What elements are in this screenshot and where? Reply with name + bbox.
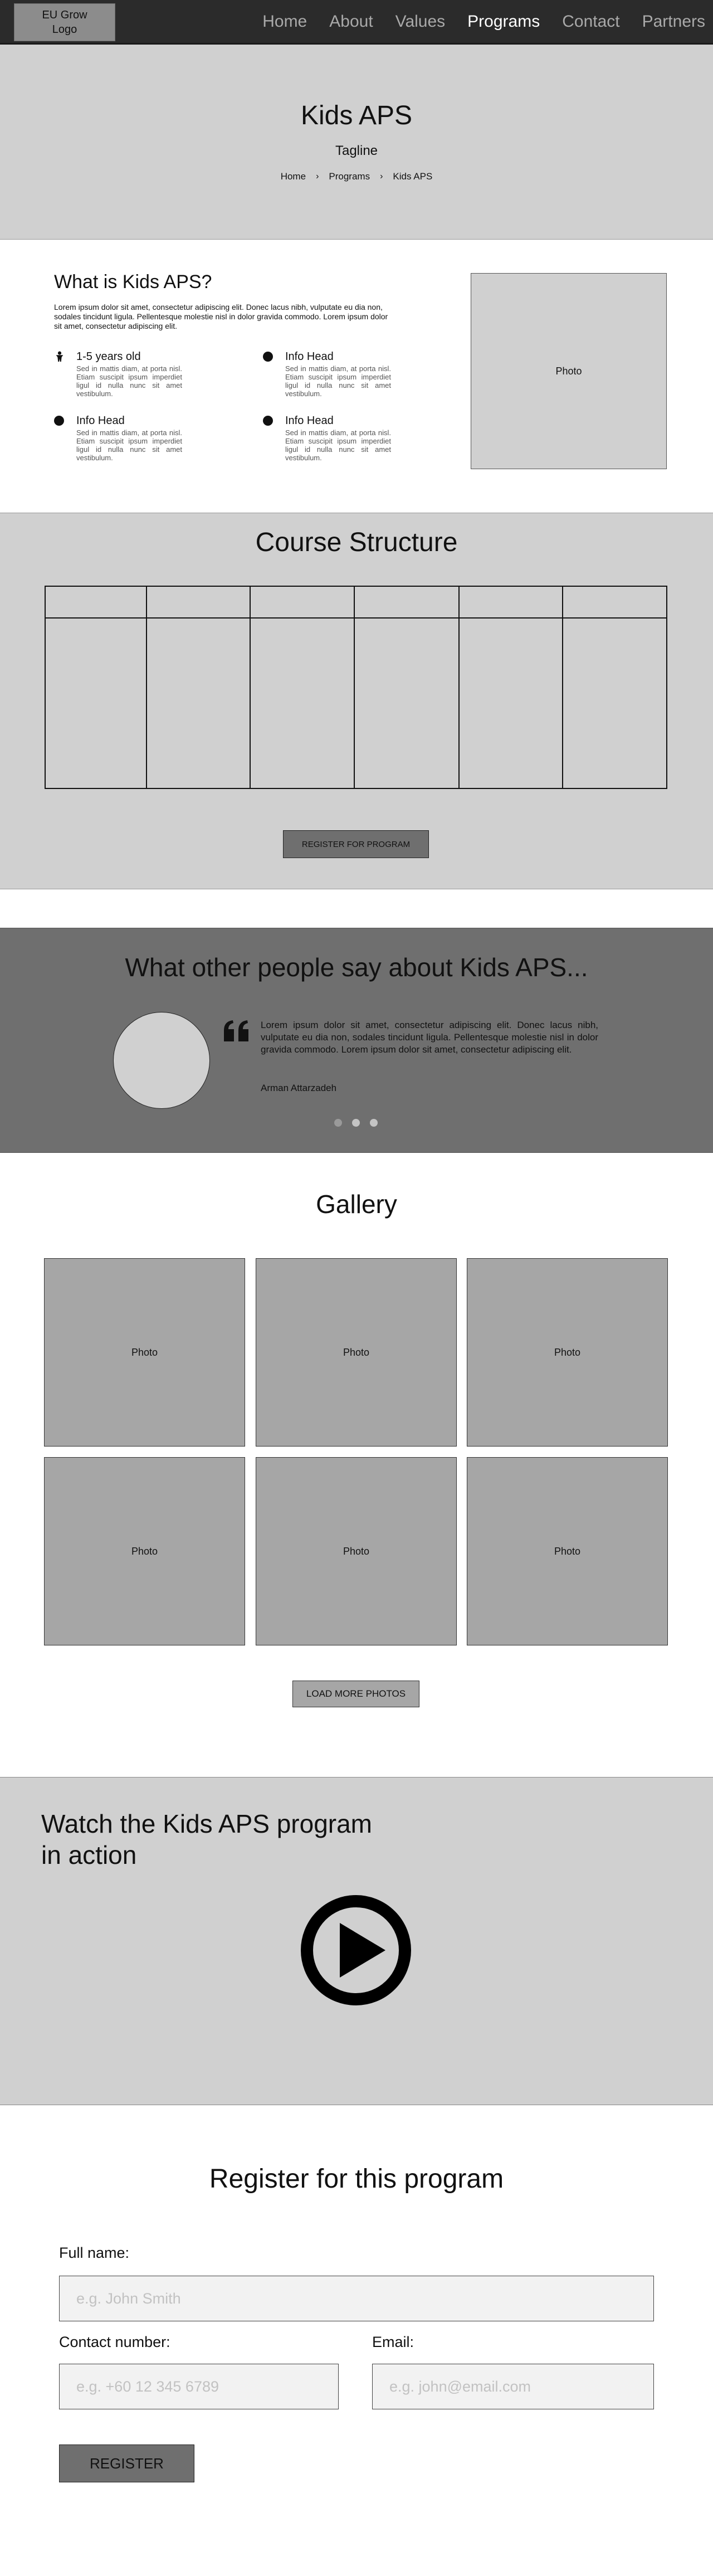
nav-link-contact[interactable]: Contact <box>562 12 619 31</box>
table-header-cell <box>353 586 460 619</box>
nav-link-about[interactable]: About <box>329 12 373 31</box>
top-navbar: EU Grow Logo Home About Values Programs … <box>0 0 713 45</box>
register-section: Register for this program Full name: Con… <box>0 2105 713 2576</box>
bullet-icon <box>263 352 273 362</box>
info-item: 1-5 years old Sed in mattis diam, at por… <box>54 350 199 398</box>
section-title: What other people say about Kids APS... <box>125 953 588 982</box>
table-header-row <box>45 586 667 619</box>
table-cell <box>353 617 460 789</box>
section-title: What is Kids APS? <box>54 271 212 293</box>
info-text: Sed in mattis diam, at porta nisl. Etiam… <box>76 364 182 398</box>
table-cell <box>562 617 667 789</box>
gallery-photo[interactable]: Photo <box>44 1457 245 1645</box>
carousel-dots <box>334 1119 388 1127</box>
table-cell <box>45 617 147 789</box>
nav-link-partners[interactable]: Partners <box>642 12 705 31</box>
course-table <box>45 586 667 789</box>
table-cell <box>458 617 564 789</box>
carousel-dot-active[interactable] <box>352 1119 360 1127</box>
email-label: Email: <box>372 2334 414 2350</box>
info-item: Info Head Sed in mattis diam, at porta n… <box>263 414 408 462</box>
info-text: Sed in mattis diam, at porta nisl. Etiam… <box>285 428 391 462</box>
contact-number-input[interactable] <box>59 2364 339 2409</box>
chevron-right-icon: › <box>316 172 319 181</box>
gallery-photo[interactable]: Photo <box>44 1258 245 1447</box>
nav-link-programs[interactable]: Programs <box>467 12 540 31</box>
breadcrumb: Home › Programs › Kids APS <box>0 171 713 182</box>
full-name-input[interactable] <box>59 2276 654 2321</box>
photo-placeholder: Photo <box>471 273 667 469</box>
gallery-photo[interactable]: Photo <box>467 1457 668 1645</box>
intro-paragraph: Lorem ipsum dolor sit amet, consectetur … <box>54 303 388 330</box>
breadcrumb-programs[interactable]: Programs <box>329 171 370 182</box>
section-title: Course Structure <box>255 528 458 557</box>
info-text: Sed in mattis diam, at porta nisl. Etiam… <box>285 364 391 398</box>
testimonial-section: What other people say about Kids APS... … <box>0 928 713 1153</box>
info-text: Sed in mattis diam, at porta nisl. Etiam… <box>76 428 182 462</box>
testimonial-author: Arman Attarzadeh <box>261 1083 337 1093</box>
table-header-cell <box>458 586 564 619</box>
register-button[interactable]: REGISTER <box>59 2444 194 2482</box>
gallery-section: Gallery Photo Photo Photo Photo Photo Ph… <box>0 1153 713 1777</box>
table-cell <box>145 617 251 789</box>
avatar <box>113 1012 210 1109</box>
bullet-icon <box>263 416 273 426</box>
nav-links: Home About Values Programs Contact Partn… <box>240 0 705 43</box>
breadcrumb-current: Kids APS <box>393 171 433 182</box>
info-title: 1-5 years old <box>76 350 141 363</box>
section-title: Register for this program <box>209 2164 504 2194</box>
section-title: Gallery <box>316 1190 397 1219</box>
chevron-right-icon: › <box>380 172 383 181</box>
table-header-cell <box>562 586 667 619</box>
email-input[interactable] <box>372 2364 654 2409</box>
section-title: Watch the Kids APS program in action <box>41 1809 373 1869</box>
table-row <box>45 617 667 789</box>
what-is-section: What is Kids APS? Lorem ipsum dolor sit … <box>0 240 713 513</box>
info-item: Info Head Sed in mattis diam, at porta n… <box>54 414 199 462</box>
carousel-dot[interactable] <box>370 1119 378 1127</box>
tagline: Tagline <box>335 143 378 158</box>
table-header-cell <box>250 586 355 619</box>
nav-link-values[interactable]: Values <box>395 12 446 31</box>
info-item: Info Head Sed in mattis diam, at porta n… <box>263 350 408 398</box>
info-title: Info Head <box>76 415 125 427</box>
gallery-photo[interactable]: Photo <box>256 1457 457 1645</box>
hero-banner: Kids APS Tagline Home › Programs › Kids … <box>0 45 713 240</box>
table-header-cell <box>145 586 251 619</box>
breadcrumb-home[interactable]: Home <box>281 171 306 182</box>
gallery-photo[interactable]: Photo <box>256 1258 457 1447</box>
register-for-program-button[interactable]: REGISTER FOR PROGRAM <box>283 830 429 858</box>
testimonial-quote: Lorem ipsum dolor sit amet, consectetur … <box>261 1020 598 1055</box>
nav-link-home[interactable]: Home <box>262 12 307 31</box>
course-structure-section: Course Structure REGISTER FOR PROGRAM <box>0 513 713 889</box>
play-icon[interactable] <box>301 1895 411 2005</box>
carousel-dot[interactable] <box>334 1119 342 1127</box>
table-header-cell <box>45 586 147 619</box>
contact-number-label: Contact number: <box>59 2334 170 2350</box>
quote-icon <box>224 1020 248 1041</box>
logo[interactable]: EU Grow Logo <box>14 3 115 41</box>
child-icon <box>56 351 64 362</box>
gallery-photo[interactable]: Photo <box>467 1258 668 1447</box>
full-name-label: Full name: <box>59 2244 130 2261</box>
video-section: Watch the Kids APS program in action <box>0 1777 713 2105</box>
info-title: Info Head <box>285 350 334 363</box>
page-title: Kids APS <box>300 101 413 130</box>
table-cell <box>250 617 355 789</box>
bullet-icon <box>54 416 64 426</box>
info-title: Info Head <box>285 415 334 427</box>
load-more-photos-button[interactable]: LOAD MORE PHOTOS <box>292 1681 419 1707</box>
